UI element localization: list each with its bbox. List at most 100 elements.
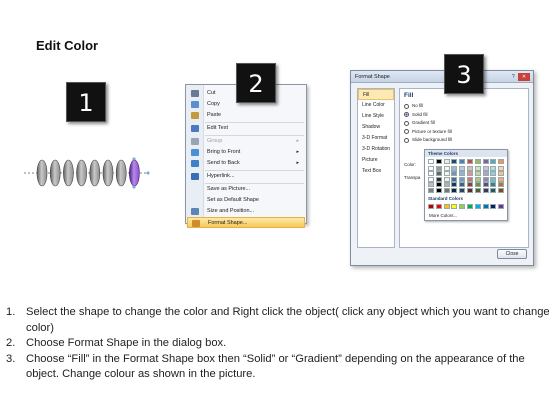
theme-color-swatch[interactable] (474, 182, 481, 187)
help-button[interactable]: ? (512, 74, 515, 80)
category-fill[interactable]: Fill (358, 89, 394, 100)
disc-shape[interactable] (49, 159, 61, 187)
theme-color-swatch[interactable] (474, 187, 481, 193)
standard-color-swatch[interactable] (498, 204, 505, 209)
theme-color-swatch[interactable] (428, 171, 434, 176)
theme-color-swatch[interactable] (428, 182, 434, 187)
category-text-box[interactable]: Text Box (358, 166, 394, 177)
theme-color-swatch[interactable] (474, 165, 481, 171)
menu-item-size-and-position[interactable]: Size and Position... (187, 206, 305, 217)
standard-color-swatch[interactable] (435, 204, 442, 209)
radio-button[interactable] (404, 103, 409, 109)
theme-color-swatch[interactable] (482, 187, 489, 193)
theme-color-swatch[interactable] (467, 187, 473, 193)
theme-color-swatch[interactable] (498, 171, 505, 176)
standard-color-swatch[interactable] (459, 204, 466, 209)
theme-color-swatch[interactable] (490, 182, 497, 187)
theme-color-swatch[interactable] (490, 171, 497, 176)
theme-color-swatch[interactable] (482, 159, 489, 164)
disc-shape[interactable] (115, 159, 127, 187)
theme-color-swatch[interactable] (459, 159, 466, 164)
theme-color-swatch[interactable] (490, 159, 497, 164)
theme-color-swatch[interactable] (482, 171, 489, 176)
theme-color-swatch[interactable] (443, 165, 450, 171)
disc-shape[interactable] (76, 159, 87, 187)
shape-row[interactable] (22, 156, 150, 192)
theme-color-swatch[interactable] (451, 182, 458, 187)
fill-option-slide-background-fill[interactable]: Slide background fill (404, 136, 452, 144)
theme-color-swatch[interactable] (435, 182, 442, 187)
theme-color-swatch[interactable] (428, 159, 434, 164)
theme-color-swatch[interactable] (443, 159, 450, 164)
theme-color-swatch[interactable] (443, 176, 450, 182)
theme-color-swatch[interactable] (498, 176, 505, 182)
menu-item-group[interactable]: Group ▸ (187, 136, 305, 147)
standard-color-swatch[interactable] (428, 204, 434, 209)
radio-button[interactable] (404, 120, 409, 126)
theme-color-swatch[interactable] (467, 182, 473, 187)
selected-disc-shape[interactable] (129, 159, 140, 187)
theme-color-swatch[interactable] (498, 187, 505, 193)
category-3-d-format[interactable]: 3-D Format (358, 133, 394, 144)
theme-color-swatch[interactable] (474, 159, 481, 164)
theme-color-swatch[interactable] (490, 165, 497, 171)
radio-button[interactable] (404, 137, 409, 143)
standard-color-swatch[interactable] (490, 204, 497, 209)
fill-option-solid-fill[interactable]: Solid fill (404, 111, 428, 119)
standard-color-swatch[interactable] (474, 204, 481, 209)
disc-shape[interactable] (102, 159, 114, 187)
theme-color-swatch[interactable] (467, 176, 473, 182)
radio-button[interactable] (404, 112, 409, 117)
theme-color-swatch[interactable] (428, 187, 434, 193)
radio-button[interactable] (404, 129, 409, 134)
category-picture[interactable]: Picture (358, 155, 394, 166)
more-colors-link[interactable]: More Colors... (429, 213, 457, 218)
theme-color-swatch[interactable] (490, 187, 497, 193)
close-button[interactable]: Close (497, 249, 527, 259)
fill-option-gradient-fill[interactable]: Gradient fill (404, 119, 435, 127)
theme-color-swatch[interactable] (443, 187, 450, 193)
standard-color-swatch[interactable] (482, 204, 489, 209)
standard-color-swatch[interactable] (467, 204, 473, 209)
theme-color-swatch[interactable] (498, 159, 505, 164)
theme-color-swatch[interactable] (451, 176, 458, 182)
menu-item-save-as-picture[interactable]: Save as Picture... (187, 184, 305, 195)
theme-color-swatch[interactable] (459, 165, 466, 171)
disc-shape[interactable] (89, 159, 101, 187)
standard-color-swatch[interactable] (443, 204, 450, 209)
selection-handle[interactable] (132, 185, 136, 189)
theme-color-swatch[interactable] (428, 165, 434, 171)
menu-item-send-to-back[interactable]: Send to Back ▸ (187, 158, 305, 169)
theme-color-swatch[interactable] (435, 187, 442, 193)
shape-row-graphic[interactable] (22, 156, 150, 192)
theme-color-swatch[interactable] (435, 171, 442, 176)
theme-color-swatch[interactable] (451, 165, 458, 171)
menu-item-set-as-default-shape[interactable]: Set as Default Shape (187, 195, 305, 206)
disc-shape[interactable] (63, 159, 74, 187)
selection-handle[interactable] (132, 157, 136, 161)
category-line-style[interactable]: Line Style (358, 111, 394, 122)
theme-color-swatch[interactable] (459, 187, 466, 193)
menu-item-paste[interactable]: Paste (187, 110, 305, 121)
theme-color-swatch[interactable] (459, 176, 466, 182)
theme-color-swatch[interactable] (451, 171, 458, 176)
fill-option-no-fill[interactable]: No fill (404, 102, 423, 110)
theme-color-swatch[interactable] (435, 176, 442, 182)
category-shadow[interactable]: Shadow (358, 122, 394, 133)
selection-handle[interactable] (146, 171, 150, 175)
disc-shape[interactable] (36, 159, 48, 187)
theme-color-swatch[interactable] (482, 182, 489, 187)
theme-color-swatch[interactable] (482, 165, 489, 171)
fill-option-picture-or-texture-fill[interactable]: Picture or texture fill (404, 128, 452, 136)
theme-color-swatch[interactable] (474, 176, 481, 182)
theme-color-swatch[interactable] (459, 182, 466, 187)
category-line-color[interactable]: Line Color (358, 100, 394, 111)
theme-color-swatch[interactable] (459, 171, 466, 176)
theme-color-swatch[interactable] (467, 165, 473, 171)
menu-item-format-shape[interactable]: Format Shape... (187, 217, 305, 228)
menu-item-edit-text[interactable]: Edit Text (187, 123, 305, 134)
theme-color-swatch[interactable] (482, 176, 489, 182)
menu-item-bring-to-front[interactable]: Bring to Front ▸ (187, 147, 305, 158)
theme-color-swatch[interactable] (435, 159, 442, 164)
theme-color-swatch[interactable] (467, 171, 473, 176)
